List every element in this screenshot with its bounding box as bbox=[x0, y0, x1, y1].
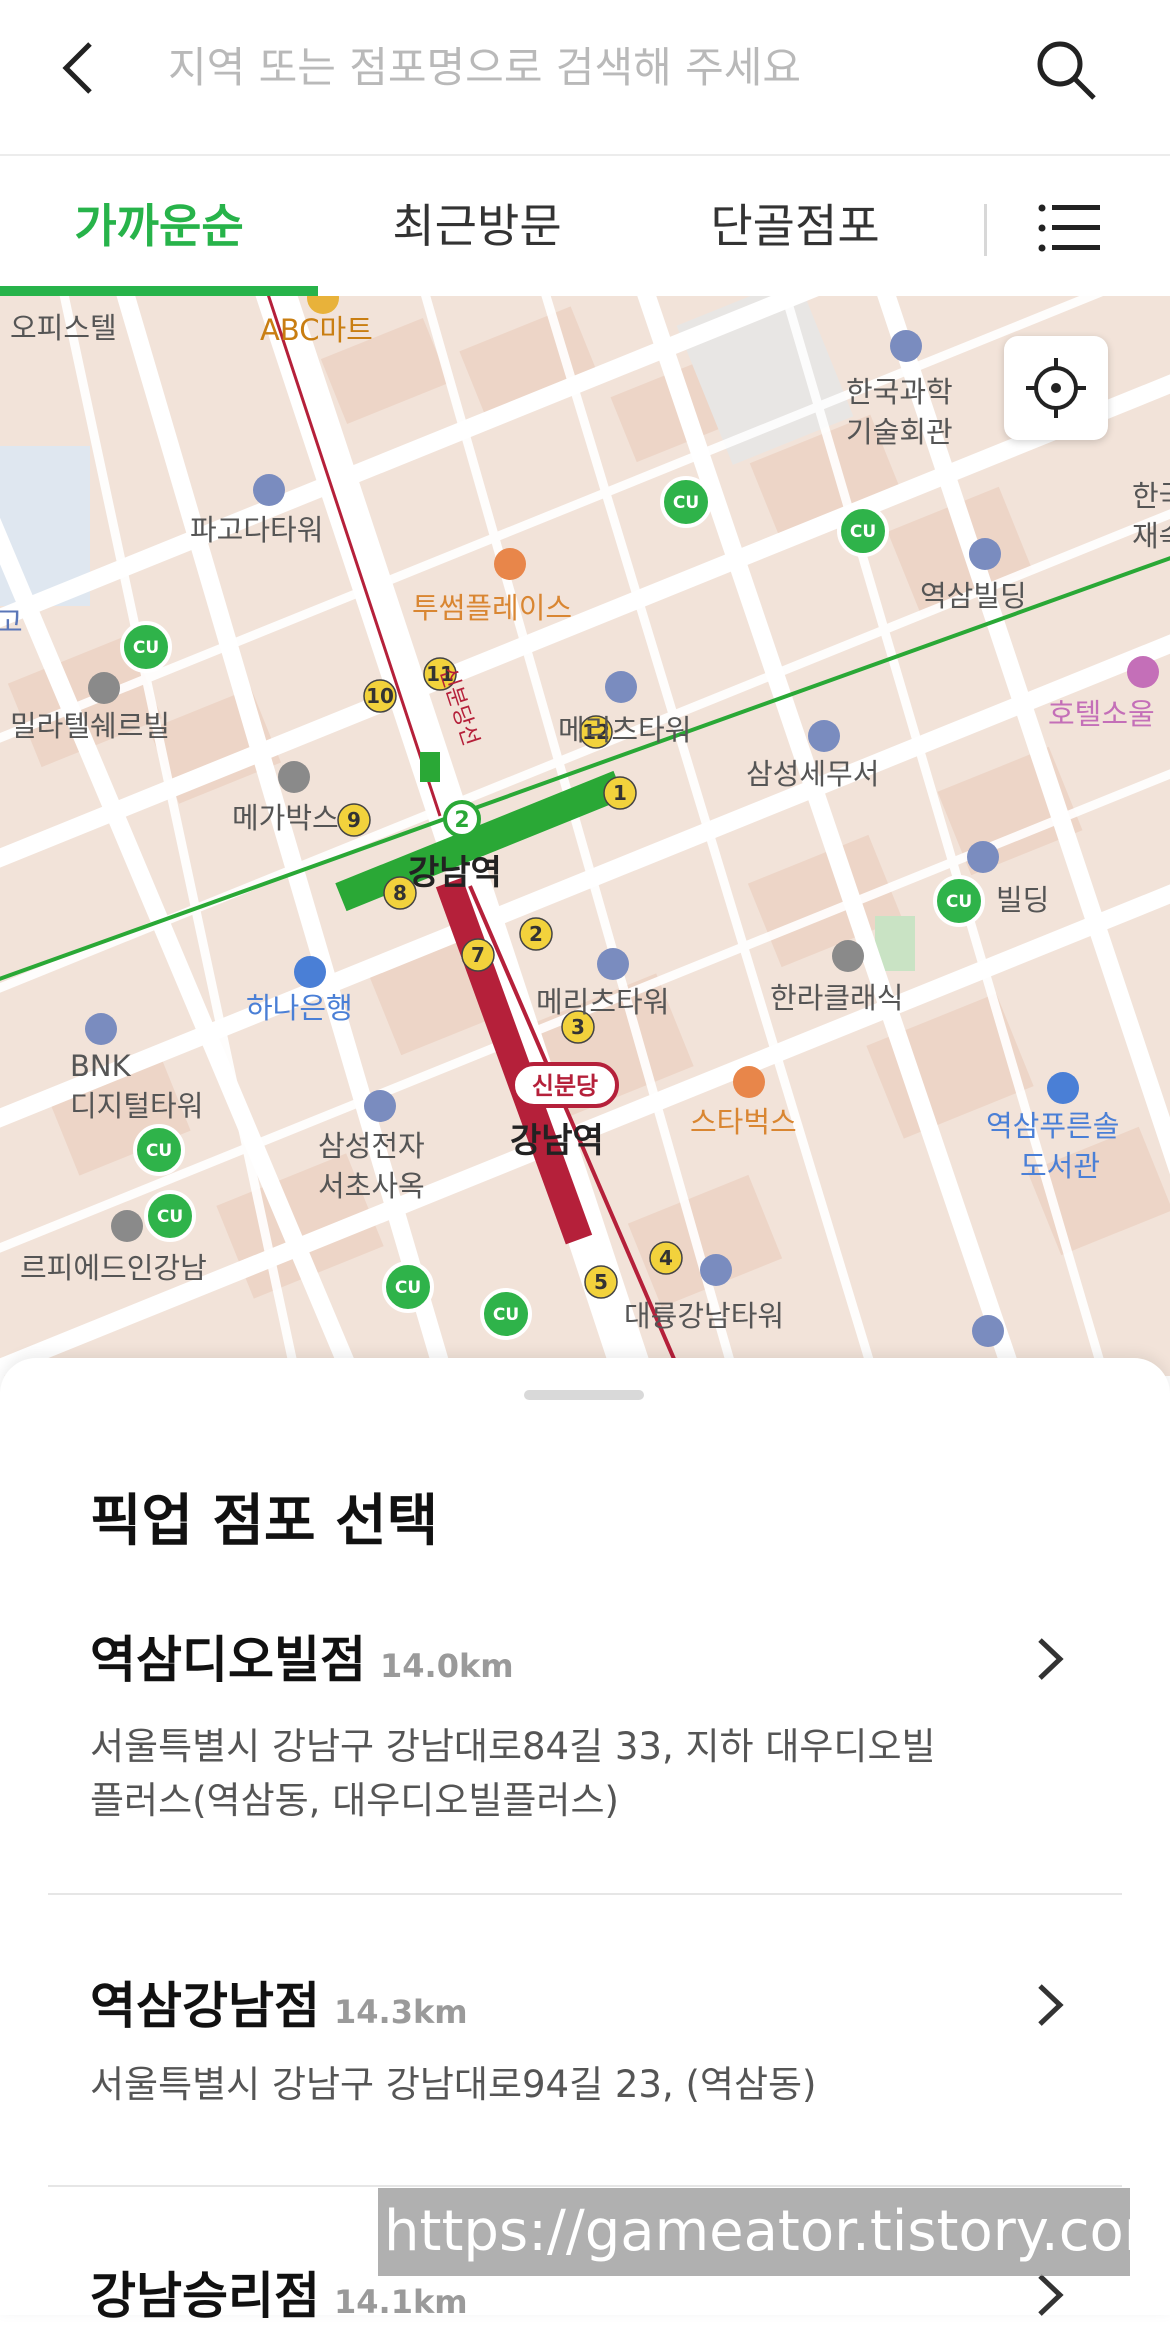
sheet-drag-handle[interactable] bbox=[524, 1390, 644, 1400]
current-location-button[interactable] bbox=[1004, 336, 1108, 440]
svg-text:CU: CU bbox=[395, 1278, 421, 1298]
tab-nearest[interactable]: 가까운순 bbox=[0, 156, 318, 296]
svg-text:재속: 재속 bbox=[1132, 519, 1170, 553]
svg-text:7: 7 bbox=[471, 943, 485, 967]
store-distance: 14.0km bbox=[380, 1647, 514, 1685]
search-icon[interactable] bbox=[1032, 36, 1100, 104]
svg-text:르피에드인강남: 르피에드인강남 bbox=[20, 1251, 207, 1285]
chevron-right-icon[interactable] bbox=[1030, 1634, 1070, 1684]
svg-text:메리츠타워: 메리츠타워 bbox=[558, 713, 691, 747]
svg-text:대륭강남타워: 대륭강남타워 bbox=[624, 1299, 784, 1333]
svg-text:8: 8 bbox=[393, 881, 407, 905]
chevron-right-icon[interactable] bbox=[1030, 2270, 1070, 2320]
svg-text:10: 10 bbox=[366, 684, 394, 708]
svg-text:CU: CU bbox=[673, 493, 699, 513]
svg-text:2: 2 bbox=[529, 922, 543, 946]
store-name: 강남승리점 bbox=[90, 2267, 320, 2325]
svg-text:9: 9 bbox=[347, 808, 361, 832]
svg-text:투썸플레이스: 투썸플레이스 bbox=[412, 591, 572, 625]
tab-favorite[interactable]: 단골점포 bbox=[636, 156, 954, 296]
svg-text:CU: CU bbox=[493, 1305, 519, 1325]
svg-text:ABC마트: ABC마트 bbox=[260, 313, 373, 347]
svg-text:도서관: 도서관 bbox=[1020, 1149, 1100, 1183]
tab-recent[interactable]: 최근방문 bbox=[318, 156, 636, 296]
sort-tabs: 가까운순 최근방문 단골점포 bbox=[0, 156, 1170, 296]
sinbundang-badge: 신분당 bbox=[532, 1072, 598, 1100]
svg-text:강남역: 강남역 bbox=[510, 1121, 604, 1161]
svg-text:밀라텔쉐르빌: 밀라텔쉐르빌 bbox=[10, 709, 170, 743]
svg-text:디지털타워: 디지털타워 bbox=[70, 1089, 203, 1123]
store-name: 역삼강남점 bbox=[90, 1977, 320, 2035]
watermark: https://gameator.tistory.com bbox=[378, 2188, 1170, 2276]
sheet-title: 픽업 점포 선택 bbox=[90, 1489, 439, 1554]
svg-text:BNK: BNK bbox=[70, 1049, 132, 1083]
svg-text:역삼빌딩: 역삼빌딩 bbox=[920, 579, 1027, 613]
svg-text:메리츠타워: 메리츠타워 bbox=[536, 985, 669, 1019]
map-canvas: 2 신분당 11 10 12 1 9 8 2 7 3 4 5 CU CU CU … bbox=[0, 296, 1170, 1376]
svg-text:1: 1 bbox=[613, 781, 627, 805]
svg-text:삼성전자: 삼성전자 bbox=[318, 1129, 425, 1163]
svg-text:스타벅스: 스타벅스 bbox=[690, 1105, 797, 1139]
svg-text:호텔소울: 호텔소울 bbox=[1048, 697, 1155, 731]
svg-text:역삼푸른솔: 역삼푸른솔 bbox=[986, 1109, 1119, 1143]
svg-text:5: 5 bbox=[594, 1270, 608, 1294]
active-tab-indicator bbox=[0, 286, 318, 296]
store-address: 서울특별시 강남구 강남대로94길 23, (역삼동) bbox=[90, 2063, 817, 2106]
store-distance: 14.1km bbox=[334, 2283, 468, 2321]
svg-text:CU: CU bbox=[850, 522, 876, 542]
store-address: 서울특별시 강남구 강남대로84길 33, 지하 대우디오빌플러스(역삼동, 대… bbox=[90, 1725, 936, 1822]
store-name: 역삼디오빌점 bbox=[90, 1631, 366, 1689]
svg-text:CU: CU bbox=[146, 1141, 172, 1161]
svg-text:CU: CU bbox=[946, 892, 972, 912]
svg-text:2: 2 bbox=[454, 808, 469, 833]
svg-text:하나은행: 하나은행 bbox=[246, 991, 353, 1025]
store-distance: 14.3km bbox=[334, 1993, 468, 2031]
header: 지역 또는 점포명으로 검색해 주세요 bbox=[0, 0, 1170, 156]
tab-divider bbox=[984, 204, 987, 256]
svg-text:한국: 한국 bbox=[1132, 479, 1170, 513]
svg-text:서초사옥: 서초사옥 bbox=[318, 1169, 425, 1203]
svg-text:오피스텔: 오피스텔 bbox=[10, 311, 117, 345]
svg-text:강남역: 강남역 bbox=[408, 853, 502, 893]
store-map[interactable]: 2 신분당 11 10 12 1 9 8 2 7 3 4 5 CU CU CU … bbox=[0, 296, 1170, 1376]
svg-text:CU: CU bbox=[157, 1207, 183, 1227]
search-input[interactable]: 지역 또는 점포명으로 검색해 주세요 bbox=[168, 38, 801, 98]
svg-text:파고다타워: 파고다타워 bbox=[190, 513, 323, 547]
svg-text:기술회관: 기술회관 bbox=[846, 415, 953, 449]
divider bbox=[48, 1893, 1122, 1895]
svg-text:빌딩: 빌딩 bbox=[996, 883, 1049, 917]
svg-text:삼성세무서: 삼성세무서 bbox=[746, 757, 879, 791]
svg-text:메가박스: 메가박스 bbox=[232, 801, 339, 835]
pickup-store-sheet: 픽업 점포 선택 역삼디오빌점 14.0km 서울특별시 강남구 강남대로84길 … bbox=[0, 1358, 1170, 2325]
svg-text:한라클래식: 한라클래식 bbox=[770, 981, 903, 1015]
svg-text:CU: CU bbox=[133, 638, 159, 658]
svg-text:한국과학: 한국과학 bbox=[846, 375, 953, 409]
svg-text:고: 고 bbox=[0, 605, 23, 639]
list-menu-icon[interactable] bbox=[1038, 202, 1100, 254]
back-arrow-icon[interactable] bbox=[52, 38, 112, 98]
chevron-right-icon[interactable] bbox=[1030, 1980, 1070, 2030]
crosshair-icon bbox=[1026, 358, 1086, 418]
svg-text:4: 4 bbox=[659, 1246, 673, 1270]
divider bbox=[48, 2185, 1122, 2187]
